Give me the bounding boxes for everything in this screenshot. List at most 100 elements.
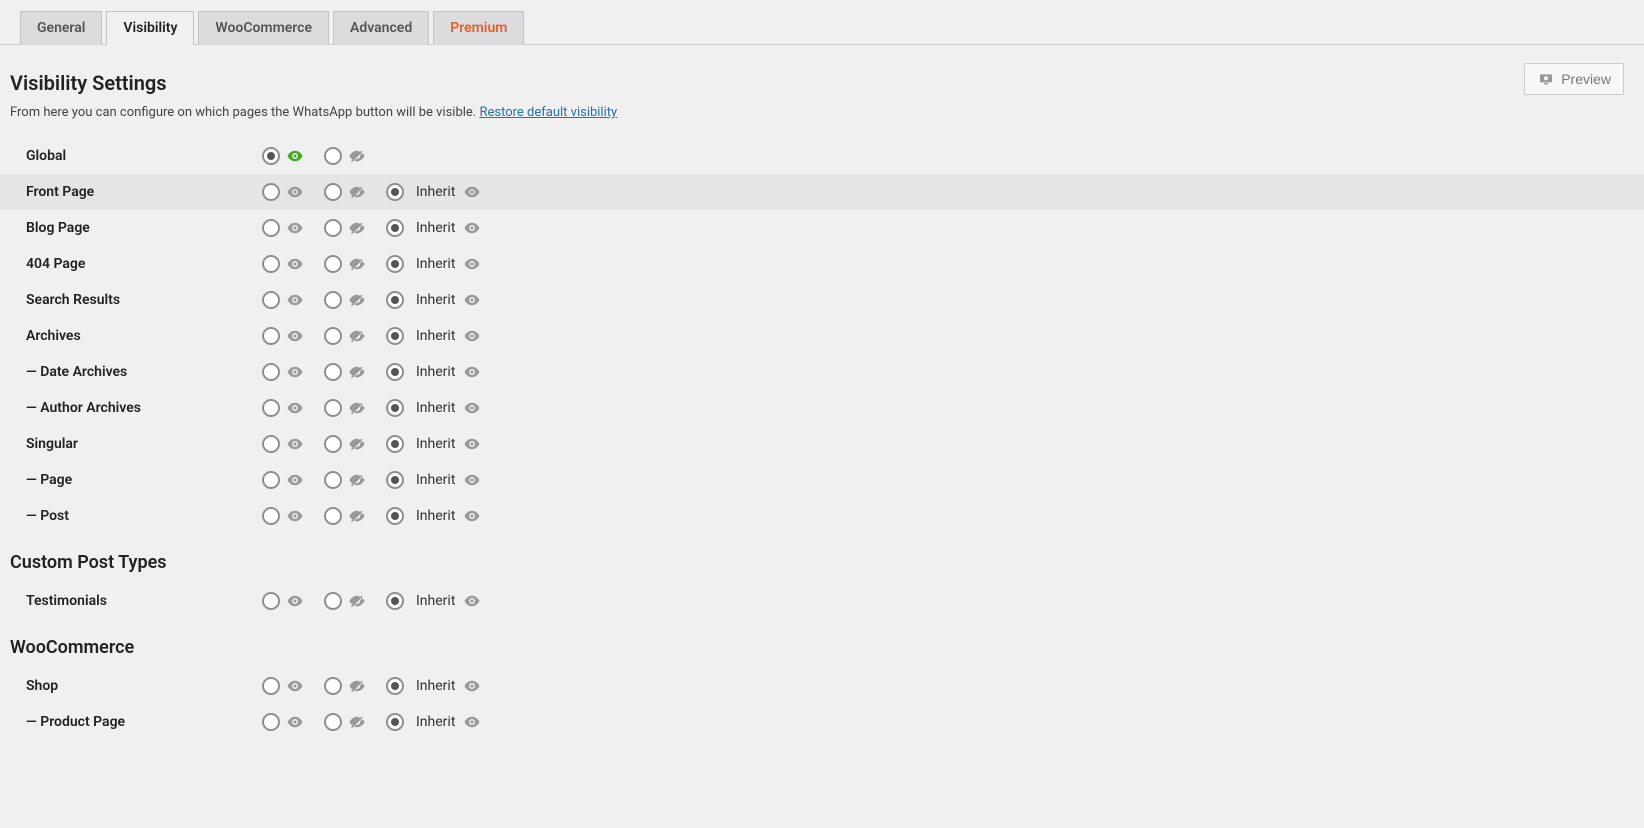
radio-post-show[interactable]	[262, 507, 280, 525]
radio-page-inherit[interactable]	[386, 471, 404, 489]
eye-inherit-icon	[463, 471, 481, 489]
row-label-product_page: Product Page	[12, 714, 262, 730]
radio-blog_page-inherit[interactable]	[386, 219, 404, 237]
radio-archives-inherit[interactable]	[386, 327, 404, 345]
row-singular: SingularInherit	[0, 426, 1644, 462]
radio-post-hide[interactable]	[324, 507, 342, 525]
radio-product_page-inherit[interactable]	[386, 713, 404, 731]
eye-show-icon	[286, 255, 304, 273]
preview-button[interactable]: Preview	[1524, 63, 1624, 95]
radio-author_archives-inherit[interactable]	[386, 399, 404, 417]
eye-hide-icon	[348, 471, 366, 489]
eye-show-icon	[286, 219, 304, 237]
radio-shop-inherit[interactable]	[386, 677, 404, 695]
radio-front_page-show[interactable]	[262, 183, 280, 201]
radio-front_page-hide[interactable]	[324, 183, 342, 201]
tab-visibility[interactable]: Visibility	[106, 11, 194, 45]
radio-date_archives-inherit[interactable]	[386, 363, 404, 381]
eye-show-icon	[286, 471, 304, 489]
eye-hide-icon	[348, 363, 366, 381]
eye-inherit-icon	[463, 592, 481, 610]
radio-blog_page-show[interactable]	[262, 219, 280, 237]
row-label-author_archives: Author Archives	[12, 400, 262, 416]
radio-testimonials-inherit[interactable]	[386, 592, 404, 610]
tab-general[interactable]: General	[20, 11, 102, 45]
row-page_404: 404 PageInherit	[0, 246, 1644, 282]
radio-page-show[interactable]	[262, 471, 280, 489]
row-controls: Inherit	[262, 507, 495, 525]
restore-default-link[interactable]: Restore default visibility	[479, 105, 617, 120]
radio-product_page-hide[interactable]	[324, 713, 342, 731]
row-search_results: Search ResultsInherit	[0, 282, 1644, 318]
eye-hide-icon	[348, 255, 366, 273]
inherit-label: Inherit	[416, 436, 455, 452]
row-controls: Inherit	[262, 435, 495, 453]
eye-inherit-icon	[463, 183, 481, 201]
page-description: From here you can configure on which pag…	[0, 105, 1644, 138]
row-blog_page: Blog PageInherit	[0, 210, 1644, 246]
row-controls: Inherit	[262, 713, 495, 731]
inherit-label: Inherit	[416, 328, 455, 344]
radio-date_archives-hide[interactable]	[324, 363, 342, 381]
row-label-search_results: Search Results	[12, 292, 262, 308]
inherit-label: Inherit	[416, 184, 455, 200]
eye-inherit-icon	[463, 399, 481, 417]
radio-testimonials-show[interactable]	[262, 592, 280, 610]
radio-front_page-inherit[interactable]	[386, 183, 404, 201]
row-post: PostInherit	[0, 498, 1644, 534]
radio-testimonials-hide[interactable]	[324, 592, 342, 610]
radio-global-show[interactable]	[262, 147, 280, 165]
radio-shop-show[interactable]	[262, 677, 280, 695]
radio-search_results-show[interactable]	[262, 291, 280, 309]
radio-shop-hide[interactable]	[324, 677, 342, 695]
radio-author_archives-show[interactable]	[262, 399, 280, 417]
preview-label: Preview	[1561, 71, 1611, 87]
radio-product_page-show[interactable]	[262, 713, 280, 731]
row-date_archives: Date ArchivesInherit	[0, 354, 1644, 390]
radio-post-inherit[interactable]	[386, 507, 404, 525]
inherit-label: Inherit	[416, 593, 455, 609]
radio-search_results-inherit[interactable]	[386, 291, 404, 309]
radio-date_archives-show[interactable]	[262, 363, 280, 381]
eye-inherit-icon	[463, 677, 481, 695]
radio-page_404-show[interactable]	[262, 255, 280, 273]
row-controls: Inherit	[262, 677, 495, 695]
row-controls: Inherit	[262, 291, 495, 309]
tab-woocommerce[interactable]: WooCommerce	[198, 11, 329, 45]
radio-page-hide[interactable]	[324, 471, 342, 489]
preview-icon	[1537, 70, 1555, 88]
eye-inherit-icon	[463, 435, 481, 453]
eye-show-icon	[286, 713, 304, 731]
row-controls: Inherit	[262, 219, 495, 237]
radio-archives-show[interactable]	[262, 327, 280, 345]
eye-show-icon	[286, 363, 304, 381]
radio-singular-show[interactable]	[262, 435, 280, 453]
row-controls: Inherit	[262, 327, 495, 345]
radio-author_archives-hide[interactable]	[324, 399, 342, 417]
inherit-label: Inherit	[416, 220, 455, 236]
eye-hide-icon	[348, 327, 366, 345]
eye-show-icon	[286, 147, 304, 165]
tab-advanced[interactable]: Advanced	[333, 11, 429, 45]
radio-global-hide[interactable]	[324, 147, 342, 165]
row-label-global: Global	[12, 148, 262, 164]
tab-premium[interactable]: Premium	[433, 11, 524, 45]
radio-singular-inherit[interactable]	[386, 435, 404, 453]
row-label-post: Post	[12, 508, 262, 524]
inherit-label: Inherit	[416, 256, 455, 272]
row-label-testimonials: Testimonials	[12, 593, 262, 609]
eye-show-icon	[286, 592, 304, 610]
section-custom-post-types: Custom Post Types	[0, 534, 1644, 583]
eye-hide-icon	[348, 713, 366, 731]
radio-search_results-hide[interactable]	[324, 291, 342, 309]
radio-archives-hide[interactable]	[324, 327, 342, 345]
radio-page_404-inherit[interactable]	[386, 255, 404, 273]
radio-blog_page-hide[interactable]	[324, 219, 342, 237]
row-controls: Inherit	[262, 471, 495, 489]
eye-hide-icon	[348, 399, 366, 417]
eye-hide-icon	[348, 592, 366, 610]
radio-page_404-hide[interactable]	[324, 255, 342, 273]
radio-singular-hide[interactable]	[324, 435, 342, 453]
eye-hide-icon	[348, 507, 366, 525]
row-product_page: Product PageInherit	[0, 704, 1644, 740]
